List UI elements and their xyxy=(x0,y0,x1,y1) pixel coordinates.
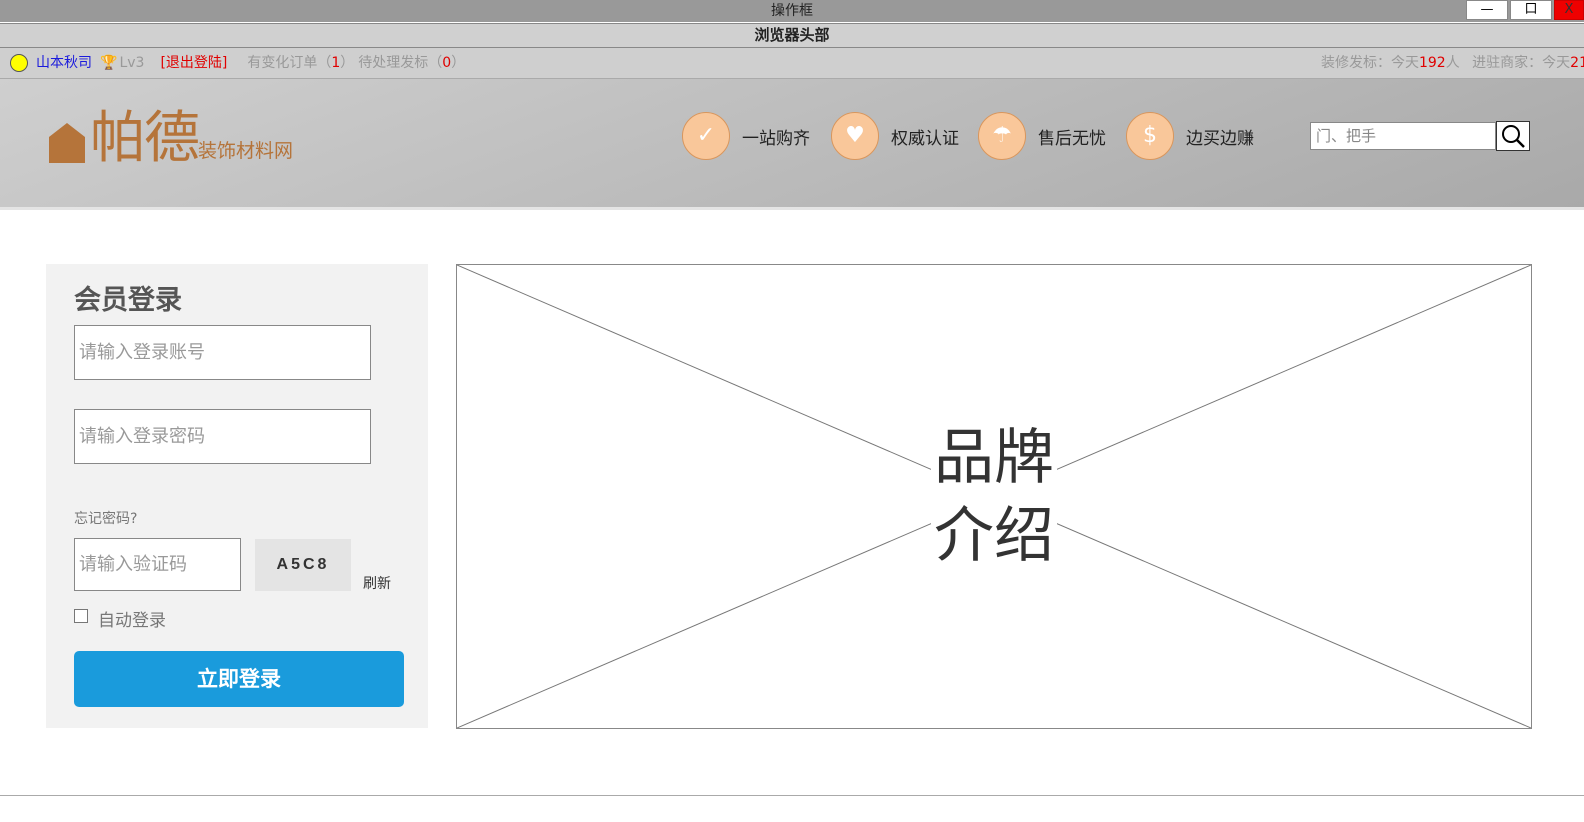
site-stats: 装修发标：今天192人 进驻商家：今天21家 xyxy=(1321,48,1584,78)
account-input[interactable] xyxy=(74,325,371,380)
avatar xyxy=(10,54,28,72)
search-icon xyxy=(1502,125,1525,148)
logout-link[interactable]: [退出登陆] xyxy=(160,48,227,78)
feature-earn[interactable]: $ 边买边赚 xyxy=(1126,112,1254,160)
brand-intro-text: 品牌 介绍 xyxy=(931,416,1057,577)
search-input[interactable] xyxy=(1310,122,1496,150)
minimize-button[interactable]: — xyxy=(1466,0,1508,20)
browser-header: 浏览器头部 xyxy=(0,23,1584,48)
umbrella-icon: ☂ xyxy=(978,112,1026,160)
login-title: 会员登录 xyxy=(74,285,182,316)
auto-login-checkbox[interactable] xyxy=(74,608,88,623)
logo-title: 帕德 xyxy=(90,106,200,171)
forgot-password-link[interactable]: 忘记密码? xyxy=(74,508,137,528)
close-button[interactable]: X xyxy=(1554,0,1584,20)
site-logo[interactable]: 帕德 装饰材料网 xyxy=(48,109,293,169)
changed-orders-link[interactable]: 有变化订单（1） xyxy=(247,48,354,78)
merchants-stat-label: 进驻商家：今天 xyxy=(1472,55,1571,71)
heart-icon: ♥ xyxy=(831,112,879,160)
search-button[interactable] xyxy=(1496,121,1530,151)
window-title: 操作框 xyxy=(771,3,813,19)
captcha-refresh-link[interactable]: 刷新 xyxy=(363,573,391,593)
changed-orders-end: ） xyxy=(340,55,355,71)
logo-subtitle: 装饰材料网 xyxy=(198,140,294,162)
window-titlebar: 操作框 — 口 X xyxy=(0,0,1584,22)
feature-one-stop[interactable]: ✓ 一站购齐 xyxy=(682,112,810,160)
window-controls: — 口 X xyxy=(1464,0,1584,20)
footer-divider xyxy=(0,795,1584,796)
feature-label: 边买边赚 xyxy=(1186,128,1254,149)
trophy-icon: 🏆 xyxy=(100,55,118,71)
brand-intro-line2: 介绍 xyxy=(934,500,1054,571)
house-icon xyxy=(49,123,85,163)
username-link[interactable]: 山本秋司 xyxy=(36,48,92,78)
captcha-image: A5C8 xyxy=(255,539,351,591)
renovation-stat-label: 装修发标：今天 xyxy=(1320,55,1419,71)
pending-bids-link[interactable]: 待处理发标（0） xyxy=(358,48,465,78)
captcha-input[interactable] xyxy=(74,538,241,591)
brand-intro-line1: 品牌 xyxy=(934,422,1054,493)
feature-certified[interactable]: ♥ 权威认证 xyxy=(831,112,959,160)
merchants-stat-count: 21 xyxy=(1570,55,1584,71)
feature-label: 售后无忧 xyxy=(1038,128,1106,149)
auto-login-option[interactable]: 自动登录 xyxy=(74,606,166,631)
auto-login-label: 自动登录 xyxy=(98,611,166,631)
user-info-bar: 山本秋司 🏆 Lv3 [退出登陆] 有变化订单（1） 待处理发标（0） 装修发标… xyxy=(0,48,1584,79)
feature-label: 一站购齐 xyxy=(742,128,810,149)
feature-after-sales[interactable]: ☂ 售后无忧 xyxy=(978,112,1106,160)
pending-bids-label: 待处理发标（ xyxy=(358,55,443,71)
dollar-icon: $ xyxy=(1126,112,1174,160)
brand-intro-placeholder: 品牌 介绍 xyxy=(456,264,1532,729)
pending-bids-end: ） xyxy=(451,55,466,71)
changed-orders-label: 有变化订单（ xyxy=(247,55,332,71)
password-input[interactable] xyxy=(74,409,371,464)
user-level: Lv3 xyxy=(119,55,145,71)
site-header: 帕德 装饰材料网 ✓ 一站购齐 ♥ 权威认证 ☂ 售后无忧 $ 边买边赚 xyxy=(0,79,1584,210)
check-icon: ✓ xyxy=(682,112,730,160)
pending-bids-count: 0 xyxy=(442,55,452,71)
member-login-panel: 会员登录 忘记密码? A5C8 刷新 自动登录 立即登录 xyxy=(46,264,428,728)
user-info-left: 山本秋司 🏆 Lv3 [退出登陆] 有变化订单（1） 待处理发标（0） xyxy=(10,48,465,78)
changed-orders-count: 1 xyxy=(331,55,341,71)
login-submit-button[interactable]: 立即登录 xyxy=(74,651,404,707)
maximize-button[interactable]: 口 xyxy=(1510,0,1552,20)
renovation-stat-unit: 人 xyxy=(1445,55,1460,71)
renovation-stat-count: 192 xyxy=(1418,55,1446,71)
feature-label: 权威认证 xyxy=(891,128,959,149)
